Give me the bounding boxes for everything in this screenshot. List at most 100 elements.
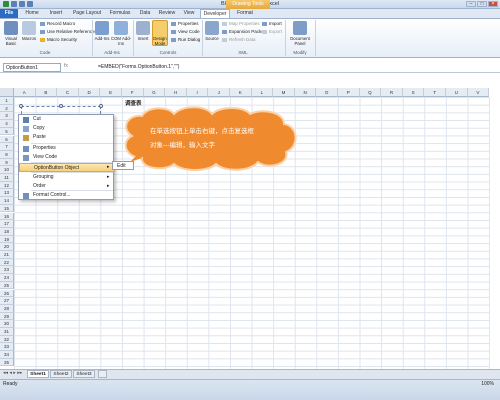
- row-header[interactable]: 35: [0, 358, 14, 367]
- maximize-button[interactable]: □: [477, 1, 487, 7]
- export-button[interactable]: Export: [262, 29, 282, 34]
- row-header[interactable]: 1: [0, 97, 14, 105]
- map-properties-button[interactable]: Map Properties: [222, 21, 260, 26]
- row-header[interactable]: 17: [0, 220, 14, 228]
- minimize-button[interactable]: –: [466, 1, 476, 7]
- row-header[interactable]: 2: [0, 104, 14, 113]
- row-header[interactable]: 28: [0, 304, 14, 313]
- column-header[interactable]: S: [402, 88, 425, 97]
- row-header[interactable]: 32: [0, 335, 14, 344]
- use-relative-references-button[interactable]: Use Relative References: [40, 29, 97, 34]
- column-header[interactable]: L: [251, 88, 274, 97]
- column-header[interactable]: B: [35, 88, 58, 97]
- refresh-data-button[interactable]: Refresh Data: [222, 37, 256, 42]
- macro-security-button[interactable]: Macro Security: [40, 37, 77, 42]
- row-header[interactable]: 6: [0, 135, 14, 144]
- column-header[interactable]: P: [338, 88, 360, 97]
- tab-page-layout[interactable]: Page Layout: [70, 9, 104, 18]
- column-header[interactable]: K: [230, 88, 252, 97]
- row-header[interactable]: 21: [0, 251, 14, 259]
- column-header[interactable]: F: [122, 88, 144, 97]
- undo-icon[interactable]: [19, 1, 25, 7]
- row-header[interactable]: 23: [0, 266, 14, 275]
- column-header[interactable]: J: [208, 88, 230, 97]
- row-header[interactable]: 5: [0, 127, 14, 136]
- column-header[interactable]: I: [186, 88, 209, 97]
- formula-input[interactable]: =EMBED("Forms.OptionButton.1",""): [98, 63, 179, 72]
- save-icon[interactable]: [11, 1, 17, 7]
- row-header[interactable]: 7: [0, 143, 14, 151]
- name-box[interactable]: OptionButton1: [3, 63, 61, 72]
- column-header[interactable]: R: [381, 88, 403, 97]
- column-header[interactable]: E: [100, 88, 122, 97]
- row-header[interactable]: 27: [0, 297, 14, 305]
- expansion-packs-button[interactable]: Expansion Packs: [222, 29, 264, 34]
- row-header[interactable]: 31: [0, 328, 14, 336]
- tab-data[interactable]: Data: [136, 9, 154, 18]
- add-ins-label[interactable]: Add-Ins: [92, 36, 112, 41]
- column-header[interactable]: H: [165, 88, 187, 97]
- menu-item-optionbutton-object[interactable]: OptionButton Object: [19, 163, 115, 172]
- menu-item-cut[interactable]: Cut: [19, 115, 115, 124]
- column-header[interactable]: N: [294, 88, 317, 97]
- column-header[interactable]: T: [424, 88, 446, 97]
- tab-insert[interactable]: Insert: [45, 9, 67, 18]
- com-add-ins-icon[interactable]: [114, 21, 128, 35]
- row-header[interactable]: 14: [0, 197, 14, 205]
- row-header[interactable]: 9: [0, 158, 14, 167]
- macros-label[interactable]: Macros: [19, 36, 39, 41]
- tab-format[interactable]: Format: [234, 9, 256, 18]
- row-header[interactable]: 15: [0, 204, 14, 213]
- resize-handle[interactable]: [99, 104, 103, 108]
- row-header[interactable]: 3: [0, 112, 14, 121]
- resize-handle[interactable]: [19, 104, 23, 108]
- column-header[interactable]: V: [467, 88, 490, 97]
- document-panel-icon[interactable]: [293, 21, 307, 35]
- sheet-tab-2[interactable]: Sheet2: [50, 370, 72, 378]
- select-all-corner[interactable]: [0, 88, 14, 97]
- source-label[interactable]: Source: [202, 36, 222, 41]
- sheet-tab-1[interactable]: Sheet1: [27, 370, 49, 378]
- menu-item-view-code[interactable]: View Code: [19, 153, 115, 162]
- view-code-button[interactable]: View Code: [171, 29, 200, 34]
- column-header[interactable]: C: [57, 88, 79, 97]
- column-header[interactable]: A: [14, 88, 36, 97]
- add-ins-icon[interactable]: [95, 21, 109, 35]
- row-header[interactable]: 4: [0, 120, 14, 128]
- row-header[interactable]: 19: [0, 235, 14, 244]
- document-panel-label[interactable]: Document Panel: [286, 36, 314, 46]
- row-header[interactable]: 20: [0, 243, 14, 251]
- column-header[interactable]: D: [78, 88, 101, 97]
- menu-item-paste[interactable]: Paste: [19, 133, 115, 142]
- tab-view[interactable]: View: [180, 9, 198, 18]
- row-header[interactable]: 25: [0, 281, 14, 290]
- row-header[interactable]: 8: [0, 150, 14, 159]
- column-header[interactable]: M: [273, 88, 295, 97]
- sheet-tab-3[interactable]: Sheet3: [73, 370, 95, 378]
- com-add-ins-label[interactable]: COM Add-Ins: [110, 36, 132, 46]
- tab-file[interactable]: File: [0, 9, 18, 18]
- row-header[interactable]: 24: [0, 274, 14, 282]
- column-header[interactable]: Q: [359, 88, 382, 97]
- tab-developer[interactable]: Developer: [200, 9, 230, 18]
- menu-item-grouping[interactable]: Grouping: [19, 173, 115, 182]
- visual-basic-icon[interactable]: [4, 21, 18, 35]
- insert-sheet-icon[interactable]: [98, 370, 107, 378]
- row-header[interactable]: 18: [0, 227, 14, 236]
- row-header[interactable]: 33: [0, 343, 14, 352]
- properties-button[interactable]: Properties: [171, 21, 199, 26]
- import-button[interactable]: Import: [262, 21, 282, 26]
- row-header[interactable]: 11: [0, 174, 14, 182]
- macros-icon[interactable]: [22, 21, 36, 35]
- menu-item-properties[interactable]: Properties: [19, 144, 115, 153]
- row-header[interactable]: 22: [0, 258, 14, 267]
- insert-control-icon[interactable]: [136, 21, 150, 35]
- column-header[interactable]: G: [143, 88, 166, 97]
- submenu-edit[interactable]: Edit: [112, 161, 134, 170]
- zoom-level[interactable]: 100%: [481, 381, 494, 387]
- column-header[interactable]: O: [316, 88, 338, 97]
- tab-formulas[interactable]: Formulas: [106, 9, 134, 18]
- menu-item-copy[interactable]: Copy: [19, 124, 115, 133]
- row-header[interactable]: 16: [0, 212, 14, 221]
- fx-icon[interactable]: fx: [64, 63, 68, 69]
